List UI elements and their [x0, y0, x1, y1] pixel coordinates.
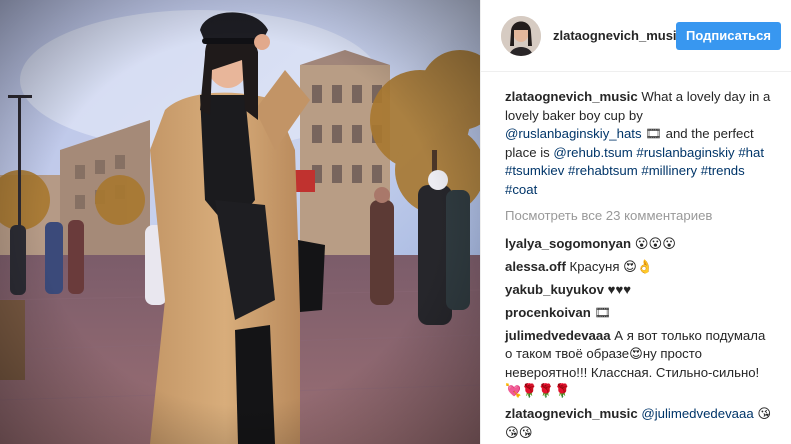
comment-username[interactable]: julimedvedevaaa [505, 328, 611, 343]
comment-text: Красуня 😍👌 [569, 258, 654, 274]
comment-username[interactable]: alessa.off [505, 259, 566, 274]
caption-username[interactable]: zlataognevich_music [505, 89, 638, 104]
view-all-comments-link[interactable]: Посмотреть все 23 комментариев [505, 207, 775, 226]
comment-item: procenkoivan 🎞 [505, 304, 775, 323]
comment-item: yakub_kuyukov ♥♥♥ [505, 281, 775, 300]
comment-username[interactable]: zlataognevich_music [505, 406, 638, 421]
hashtag-link[interactable]: #hat [738, 145, 764, 160]
comment-text: 🎞 [594, 304, 612, 320]
instagram-post: zlataognevich_music Подписаться zlataogn… [0, 0, 791, 444]
hashtag-link[interactable]: #tsumkiev [505, 163, 564, 178]
comment-item: alessa.off Красуня 😍👌 [505, 258, 775, 277]
comment-text: ♥♥♥ [607, 281, 632, 297]
hashtag-link[interactable]: #ruslanbaginskiy [636, 145, 734, 160]
avatar-image [501, 15, 541, 56]
comments-list: zlataognevich_music What a lovely day in… [481, 72, 791, 442]
hashtag-link[interactable]: #rehabtsum [568, 163, 638, 178]
comment-mention[interactable]: @julimedvedevaaa [641, 406, 753, 421]
hashtag-link[interactable]: #coat [505, 182, 537, 197]
comment-item: julimedvedevaaa А я вот только подумала … [505, 327, 775, 401]
caption-mention[interactable]: @rehub.tsum [553, 145, 632, 160]
post-header: zlataognevich_music Подписаться [481, 0, 791, 72]
hashtag-link[interactable]: #millinery [641, 163, 697, 178]
street-photo-illustration [0, 0, 480, 444]
comment-username[interactable]: lyalya_sogomonyan [505, 236, 631, 251]
comment-username[interactable]: procenkoivan [505, 305, 591, 320]
comment-username[interactable]: yakub_kuyukov [505, 282, 604, 297]
post-photo[interactable] [0, 0, 480, 444]
hashtag-link[interactable]: #trends [701, 163, 745, 178]
avatar[interactable] [501, 15, 541, 56]
comment-text: 😮😮😮 [634, 235, 676, 251]
comment-item: zlataognevich_music @julimedvedevaaa 😘😘😘 [505, 405, 775, 442]
comment-item: lyalya_sogomonyan 😮😮😮 [505, 235, 775, 254]
follow-button[interactable]: Подписаться [675, 21, 781, 50]
header-username[interactable]: zlataognevich_music [553, 28, 676, 43]
post-side-panel: zlataognevich_music Подписаться zlataogn… [480, 0, 791, 444]
post-caption: zlataognevich_music What a lovely day in… [505, 88, 775, 199]
caption-mention[interactable]: @ruslanbaginskiy_hats [505, 126, 642, 141]
